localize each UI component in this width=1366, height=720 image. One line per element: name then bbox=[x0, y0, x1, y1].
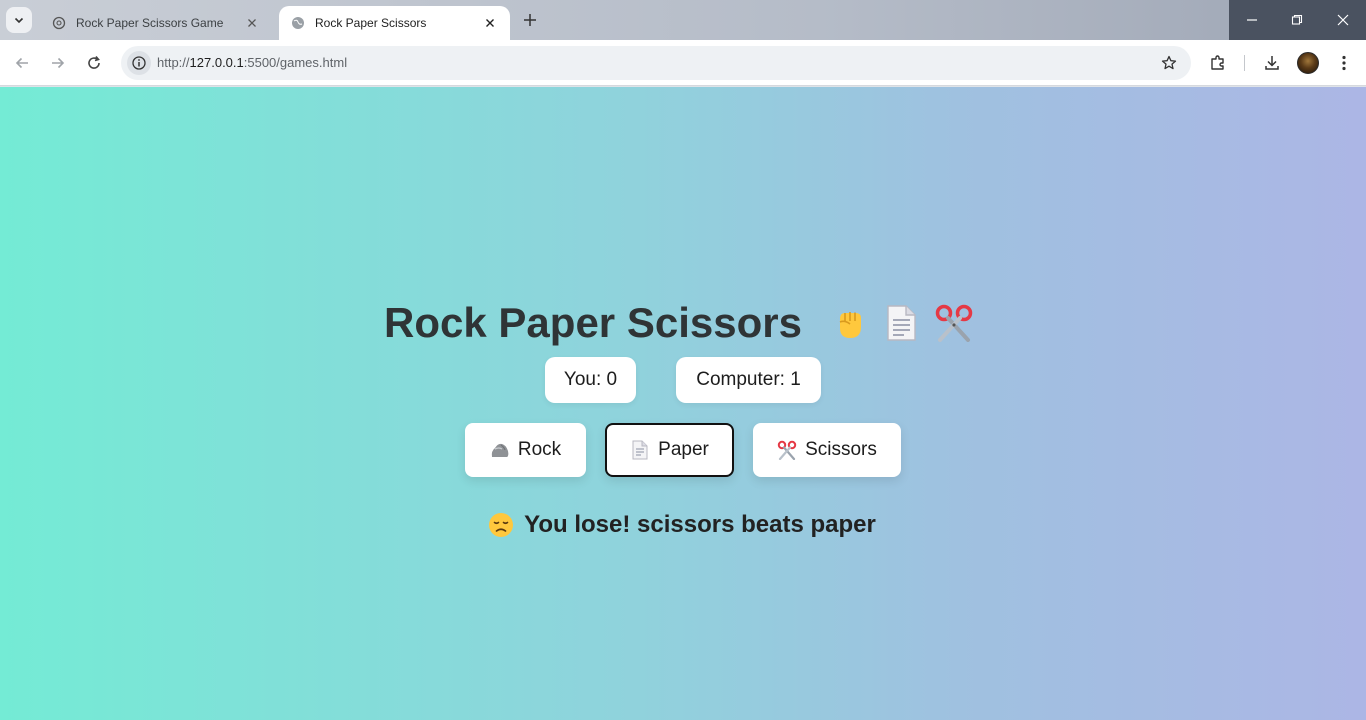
chatgpt-favicon-icon bbox=[52, 16, 66, 30]
tab-strip: Rock Paper Scissors Game Rock Paper Scis… bbox=[0, 0, 1366, 40]
computer-score: Computer: 1 bbox=[676, 357, 821, 403]
rock-button-label: Rock bbox=[517, 439, 562, 460]
result-text: You lose! scissors beats paper bbox=[524, 511, 876, 538]
new-tab-button[interactable] bbox=[518, 8, 542, 32]
reload-icon bbox=[88, 55, 100, 69]
page-icon bbox=[884, 304, 918, 342]
browser-toolbar: http://127.0.0.1:5500/games.html bbox=[0, 40, 1366, 86]
rock-icon bbox=[490, 440, 510, 460]
result-message: You lose! scissors beats paper bbox=[0, 511, 1366, 539]
fist-icon bbox=[832, 305, 868, 341]
more-vertical-icon bbox=[1342, 55, 1346, 71]
minimize-icon bbox=[1247, 19, 1257, 21]
page-title-text: Rock Paper Scissors bbox=[384, 299, 802, 346]
extensions-button[interactable] bbox=[1206, 51, 1230, 75]
downloads-button[interactable] bbox=[1260, 51, 1284, 75]
plus-icon bbox=[524, 14, 536, 26]
arrow-right-icon bbox=[52, 57, 65, 69]
tab-title: Rock Paper Scissors bbox=[315, 16, 427, 30]
tab-rock-paper-scissors[interactable]: Rock Paper Scissors bbox=[279, 6, 510, 40]
url-path: :5500/games.html bbox=[243, 55, 348, 70]
profile-avatar[interactable] bbox=[1297, 52, 1319, 74]
bookmark-star-button[interactable] bbox=[1159, 53, 1179, 73]
paper-button-label: Paper bbox=[658, 439, 709, 460]
globe-favicon-icon bbox=[292, 17, 304, 29]
chevron-down-icon bbox=[14, 17, 24, 24]
page-title: Rock Paper Scissors bbox=[0, 299, 1366, 347]
player-score: You: 0 bbox=[545, 357, 636, 403]
close-icon bbox=[1337, 14, 1349, 26]
tab-close-icon[interactable] bbox=[244, 15, 260, 31]
tab-close-icon[interactable] bbox=[482, 15, 498, 31]
game-page: Rock Paper Scissors You: 0 Computer: 1 R… bbox=[0, 87, 1366, 720]
tab-title: Rock Paper Scissors Game bbox=[76, 16, 224, 30]
close-window-button[interactable] bbox=[1320, 0, 1366, 40]
restore-button[interactable] bbox=[1274, 0, 1320, 40]
forward-button[interactable] bbox=[44, 49, 72, 77]
url-prefix: http:// bbox=[157, 55, 190, 70]
scissors-icon bbox=[777, 440, 797, 460]
back-button[interactable] bbox=[8, 49, 36, 77]
rock-button[interactable]: Rock bbox=[465, 423, 586, 477]
restore-icon bbox=[1291, 14, 1303, 25]
tab-search-button[interactable] bbox=[6, 7, 32, 33]
arrow-left-icon bbox=[15, 57, 28, 69]
info-icon bbox=[132, 56, 146, 70]
address-bar[interactable]: http://127.0.0.1:5500/games.html bbox=[121, 46, 1191, 80]
site-info-button[interactable] bbox=[127, 51, 151, 75]
disappointed-face-icon bbox=[489, 513, 514, 537]
reload-button[interactable] bbox=[80, 49, 108, 77]
toolbar-divider bbox=[1244, 55, 1245, 71]
star-icon bbox=[1161, 55, 1177, 70]
download-icon bbox=[1265, 56, 1279, 70]
paper-button[interactable]: Paper bbox=[605, 423, 734, 477]
scissors-icon bbox=[934, 304, 974, 342]
page-icon bbox=[630, 440, 650, 460]
browser-menu-button[interactable] bbox=[1332, 51, 1356, 75]
minimize-button[interactable] bbox=[1229, 0, 1275, 40]
url-text[interactable]: http://127.0.0.1:5500/games.html bbox=[157, 55, 347, 70]
puzzle-icon bbox=[1211, 55, 1224, 70]
tab-rock-paper-scissors-game[interactable]: Rock Paper Scissors Game bbox=[40, 6, 272, 40]
scissors-button[interactable]: Scissors bbox=[753, 423, 901, 477]
scissors-button-label: Scissors bbox=[805, 439, 877, 460]
url-host: 127.0.0.1 bbox=[189, 55, 244, 70]
